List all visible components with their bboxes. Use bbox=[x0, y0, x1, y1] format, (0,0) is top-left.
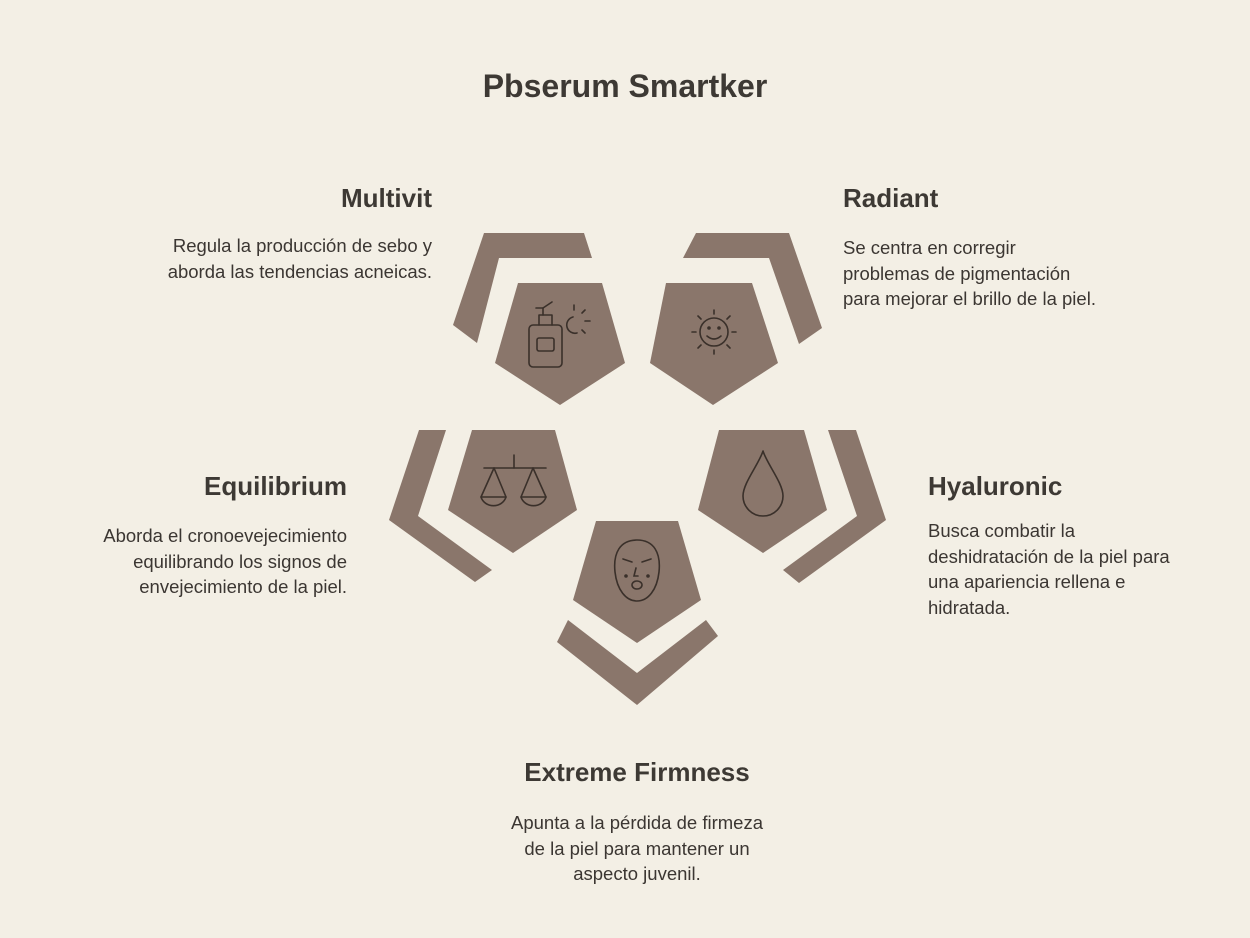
segment-extreme-firmness bbox=[557, 521, 718, 705]
pentagon-radiant bbox=[650, 283, 778, 405]
desc-line: aspecto juvenil. bbox=[573, 863, 701, 884]
segment-hyaluronic bbox=[698, 430, 886, 583]
desc-line: envejecimiento de la piel. bbox=[139, 576, 347, 597]
label-multivit: Multivit bbox=[341, 183, 432, 213]
label-radiant: Radiant bbox=[843, 183, 939, 213]
desc-line: equilibrando los signos de bbox=[133, 550, 347, 572]
desc-line: Regula la producción de sebo y bbox=[172, 235, 432, 256]
desc-line: deshidratación de la piel para bbox=[928, 545, 1170, 567]
label-hyaluronic: Hyaluronic bbox=[928, 471, 1063, 501]
desc-extreme-firmness: Apunta a la pérdida de firmeza de la pie… bbox=[437, 810, 837, 887]
desc-hyaluronic: Busca combatir la deshidratación de la p… bbox=[928, 518, 1170, 620]
pentagon-multivit bbox=[495, 283, 625, 405]
desc-line: una apariencia rellena e bbox=[928, 571, 1126, 592]
segment-multivit bbox=[453, 233, 625, 405]
desc-radiant: Se centra en corregir problemas de pigme… bbox=[843, 235, 1096, 312]
desc-line: Aborda el cronoevejecimiento bbox=[103, 525, 347, 546]
pentagon-diagram bbox=[389, 233, 886, 705]
desc-line: aborda las tendencias acneicas. bbox=[167, 260, 432, 282]
desc-line: de la piel para mantener un bbox=[524, 837, 750, 859]
desc-equilibrium: Aborda el cronoevejecimiento equilibrand… bbox=[103, 523, 347, 600]
desc-multivit: Regula la producción de sebo y aborda la… bbox=[168, 233, 432, 284]
pentagon-equilibrium bbox=[448, 430, 577, 553]
desc-line: hidratada. bbox=[928, 596, 1011, 618]
desc-line: problemas de pigmentación bbox=[843, 262, 1071, 284]
desc-line: Apunta a la pérdida de firmeza bbox=[511, 812, 763, 833]
pentagon-hyaluronic bbox=[698, 430, 827, 553]
segment-radiant bbox=[650, 233, 822, 405]
desc-line: para mejorar el brillo de la piel. bbox=[843, 288, 1096, 309]
desc-line: Se centra en corregir bbox=[843, 237, 1016, 258]
desc-line: Busca combatir la bbox=[928, 520, 1076, 541]
label-equilibrium: Equilibrium bbox=[204, 471, 347, 501]
segment-equilibrium bbox=[389, 430, 577, 582]
label-extreme-firmness: Extreme Firmness bbox=[524, 757, 750, 787]
